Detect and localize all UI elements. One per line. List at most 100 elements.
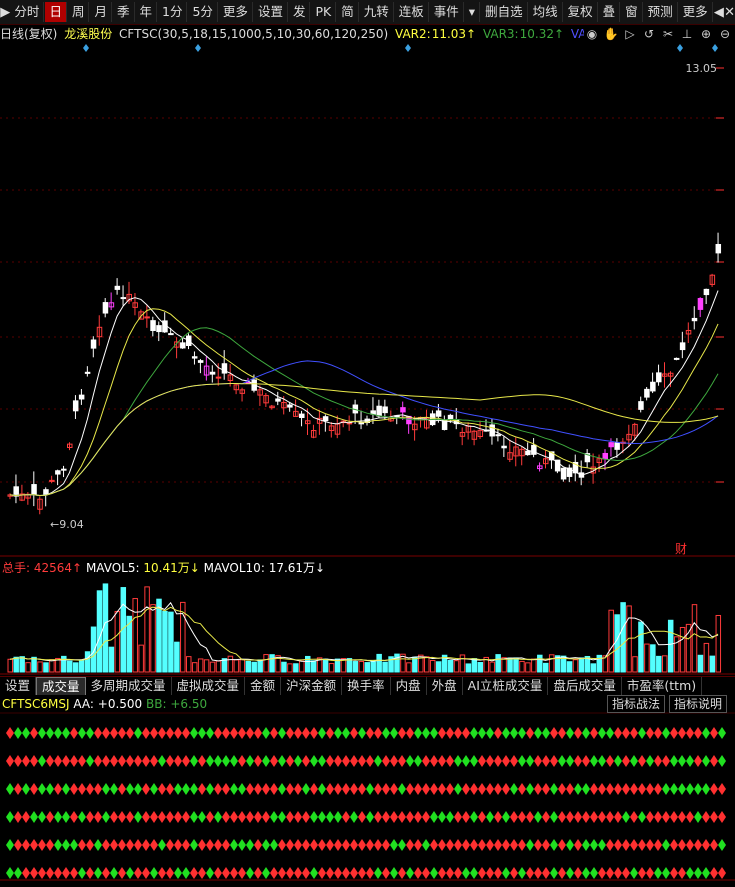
signal-diamond: [14, 783, 22, 795]
volume-bar: [227, 655, 234, 673]
toolbar-button[interactable]: 预测: [644, 2, 678, 22]
signal-diamond: [166, 867, 174, 879]
period-button[interactable]: 周: [68, 2, 90, 22]
volume-bar: [316, 657, 323, 673]
zoom-in-icon[interactable]: ⊕: [698, 25, 714, 43]
signal-diamond: [606, 727, 614, 739]
candle-body: [376, 405, 382, 417]
more-button[interactable]: 更多: [219, 2, 253, 22]
signal-diamond: [110, 811, 118, 823]
signal-diamond: [126, 755, 134, 767]
toolbar-button[interactable]: 叠: [599, 2, 621, 22]
signal-diamond: [638, 839, 646, 851]
volume-bar: [7, 658, 13, 673]
menu-icon[interactable]: ▶: [0, 2, 10, 22]
signal-diamond: [102, 839, 110, 851]
signal-diamond: [438, 839, 446, 851]
play-icon[interactable]: ▷: [622, 25, 638, 43]
hand-icon[interactable]: ✋: [603, 25, 619, 43]
tab-sh-sz-amount[interactable]: 沪深金额: [281, 677, 343, 695]
signal-diamond: [46, 867, 54, 879]
signal-diamond: [462, 811, 470, 823]
volume-bar: [572, 659, 579, 673]
candle-body: [150, 320, 156, 332]
tab-virtual-volume[interactable]: 虚拟成交量: [172, 677, 246, 695]
period-button[interactable]: 日: [45, 2, 67, 22]
tab-amount[interactable]: 金额: [245, 677, 282, 695]
signal-diamond: [702, 811, 710, 823]
signal-diamond: [646, 867, 654, 879]
tab-after-hours-volume[interactable]: 盘后成交量: [548, 677, 622, 695]
signal-diamond: [238, 783, 246, 795]
signal-diamond: [214, 783, 222, 795]
scissors-icon[interactable]: ✂: [660, 25, 676, 43]
pin-icon[interactable]: ⊥: [679, 25, 695, 43]
signal-diamond: [238, 755, 246, 767]
toolbar-button[interactable]: 窗: [621, 2, 643, 22]
toolbar-button[interactable]: 发: [289, 2, 311, 22]
period-button[interactable]: 5分: [188, 2, 218, 22]
signal-diamond: [414, 783, 422, 795]
candle-body: [685, 329, 692, 335]
close-icon[interactable]: ✕: [724, 2, 735, 22]
signal-diamond: [190, 783, 198, 795]
tab-settings[interactable]: 设置: [0, 677, 37, 695]
dropdown-button[interactable]: ▾: [465, 2, 481, 22]
financial-marker[interactable]: 财: [675, 540, 687, 557]
signal-diamond: [454, 783, 462, 795]
toolbar-button[interactable]: 更多: [679, 2, 713, 22]
signal-diamond: [254, 867, 262, 879]
signal-diamond: [438, 867, 446, 879]
signal-diamond: [334, 867, 342, 879]
toolbar-button[interactable]: 简: [337, 2, 359, 22]
toolbar-button[interactable]: 九转: [360, 2, 394, 22]
candle-body: [310, 430, 317, 438]
tab-multi-period-volume[interactable]: 多周期成交量: [86, 677, 172, 695]
settings-button[interactable]: 设置: [254, 2, 288, 22]
period-button[interactable]: 分时: [10, 2, 45, 22]
tab-outer[interactable]: 外盘: [427, 677, 463, 695]
signal-diamond: [406, 727, 414, 739]
candle-body: [435, 410, 442, 417]
var2-label: VAR2:: [395, 27, 431, 41]
back-arrow-icon[interactable]: ◀: [714, 2, 724, 22]
toolbar-button[interactable]: 连板: [395, 2, 429, 22]
period-button[interactable]: 月: [90, 2, 112, 22]
volume-bar: [84, 651, 91, 673]
toolbar-button[interactable]: 删自选: [481, 2, 528, 22]
zoom-out-icon[interactable]: ⊖: [717, 25, 733, 43]
tab-volume[interactable]: 成交量: [36, 677, 86, 695]
volume-bar: [305, 655, 311, 673]
kline-chart[interactable]: [0, 0, 735, 887]
indicator-help-button[interactable]: 指标说明: [668, 695, 727, 713]
period-button[interactable]: 季: [113, 2, 135, 22]
signal-diamond: [110, 755, 118, 767]
signal-diamond: [222, 783, 230, 795]
toolbar-button[interactable]: 均线: [529, 2, 563, 22]
signal-diamond: [14, 811, 22, 823]
candle-body: [37, 498, 43, 510]
candle-body: [715, 244, 722, 254]
candle-body: [13, 486, 19, 497]
var3-value: 10.32↑: [519, 27, 565, 41]
signal-diamond: [278, 867, 286, 879]
undo-icon[interactable]: ↺: [641, 25, 657, 43]
candle-body: [174, 341, 180, 348]
toolbar-button[interactable]: 复权: [564, 2, 598, 22]
tab-inner[interactable]: 内盘: [391, 677, 427, 695]
eye-icon[interactable]: ◉: [584, 25, 600, 43]
period-button[interactable]: 年: [136, 2, 158, 22]
volume-ma-line: [9, 601, 719, 663]
signal-diamond: [702, 727, 710, 739]
tab-pe-ttm[interactable]: 市盈率(ttm): [622, 677, 703, 695]
indicator-strategy-button[interactable]: 指标战法: [606, 695, 665, 713]
signal-diamond: [622, 727, 630, 739]
toolbar-button[interactable]: 事件: [430, 2, 464, 22]
signal-diamond: [54, 727, 62, 739]
tab-ai-volume[interactable]: AI立桩成交量: [463, 677, 549, 695]
signal-diamond: [118, 839, 126, 851]
tab-turnover[interactable]: 换手率: [342, 677, 391, 695]
toolbar-button[interactable]: PK: [311, 2, 337, 22]
period-button[interactable]: 1分: [158, 2, 188, 22]
signal-diamond: [198, 839, 206, 851]
